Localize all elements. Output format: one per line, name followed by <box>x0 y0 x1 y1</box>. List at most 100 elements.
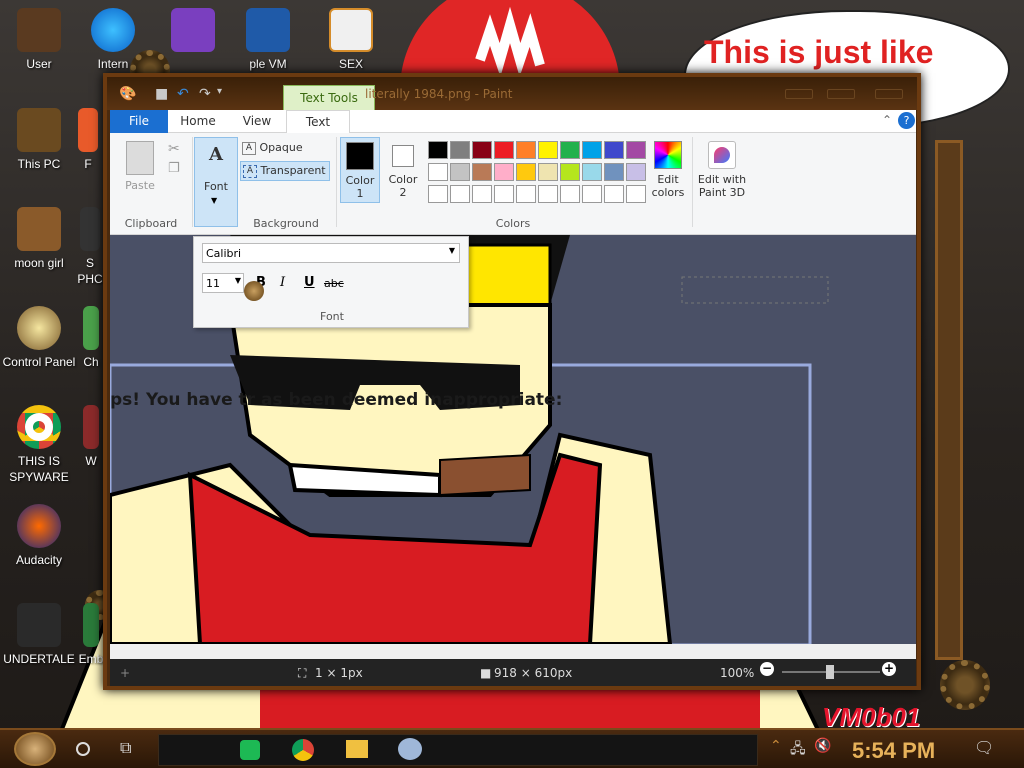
zoom-slider[interactable] <box>782 665 880 679</box>
edit-with-paint3d-button[interactable]: Edit with Paint 3D <box>696 137 748 203</box>
color2-button[interactable]: Color 2 <box>384 137 424 203</box>
title-bar[interactable]: 🎨 ■ ↶ ↷ ▾ Text Tools literally 1984.png … <box>107 77 917 111</box>
horizontal-scrollbar[interactable] <box>110 644 916 659</box>
save-icon[interactable]: ■ <box>155 86 168 102</box>
undo-icon[interactable]: ↶ <box>177 86 189 102</box>
color-swatch[interactable] <box>604 141 624 159</box>
search-icon[interactable] <box>76 742 90 756</box>
group-separator <box>192 137 193 227</box>
zoom-in-button[interactable]: + <box>882 662 896 676</box>
cut-icon[interactable]: ✂ <box>168 141 180 157</box>
custom-color-swatch[interactable] <box>626 185 646 203</box>
color-swatch[interactable] <box>582 163 602 181</box>
tab-file[interactable]: File <box>110 110 168 133</box>
desktop-icon-partial[interactable]: W <box>76 405 106 469</box>
desktop-icon-user[interactable]: User <box>0 8 78 72</box>
color-swatch[interactable] <box>582 141 602 159</box>
zoom-out-button[interactable]: − <box>760 662 774 676</box>
color-swatch[interactable] <box>516 141 536 159</box>
paint-window[interactable]: 🎨 ■ ↶ ↷ ▾ Text Tools literally 1984.png … <box>103 73 921 690</box>
start-button[interactable] <box>14 732 56 766</box>
color-swatch[interactable] <box>560 163 580 181</box>
custom-color-swatch[interactable] <box>494 185 514 203</box>
desktop-icon-audacity[interactable]: Audacity <box>0 504 78 568</box>
desktop-icon-control-panel[interactable]: Control Panel <box>0 306 78 370</box>
tab-view[interactable]: View <box>228 110 286 133</box>
edit-colors-button[interactable]: Edit colors <box>650 137 686 203</box>
maximize-button[interactable] <box>827 89 855 99</box>
paste-button[interactable]: Paste <box>118 179 162 192</box>
color-swatch[interactable] <box>494 141 514 159</box>
desktop-icon-chrome[interactable]: THIS IS SPYWARE <box>0 405 78 485</box>
underline-button[interactable]: U <box>304 275 315 290</box>
close-button[interactable] <box>875 89 903 99</box>
color-swatch[interactable] <box>472 141 492 159</box>
font-family-dropdown[interactable]: Calibri ▼ <box>202 243 460 263</box>
desktop-icon-this-pc[interactable]: This PC <box>0 108 78 172</box>
desktop-icon-moon-girl[interactable]: moon girl <box>0 207 78 271</box>
color-swatch[interactable] <box>538 163 558 181</box>
chevron-up-icon[interactable]: ⌃ <box>770 738 782 754</box>
redo-icon[interactable]: ↷ <box>199 86 211 102</box>
paint-taskbar-icon[interactable] <box>398 738 422 760</box>
file-explorer-icon[interactable] <box>346 740 368 758</box>
copy-icon[interactable]: ❐ <box>168 161 180 176</box>
tab-text[interactable]: Text <box>286 110 350 134</box>
minimize-button[interactable] <box>785 89 813 99</box>
color-swatch[interactable] <box>428 163 448 181</box>
context-tab-text-tools[interactable]: Text Tools <box>283 85 375 111</box>
custom-color-swatch[interactable] <box>604 185 624 203</box>
taskbar-clock[interactable]: 5:54 PM <box>852 738 935 764</box>
custom-color-swatch[interactable] <box>428 185 448 203</box>
desktop-icon-virtualbox[interactable]: ple VM <box>228 8 308 72</box>
task-view-icon[interactable]: ⧉ <box>120 738 131 758</box>
color-swatch[interactable] <box>626 141 646 159</box>
notifications-icon[interactable]: 🗨 <box>974 738 994 757</box>
color-swatch[interactable] <box>450 141 470 159</box>
virtualbox-icon <box>246 8 290 52</box>
custom-color-swatch[interactable] <box>538 185 558 203</box>
add-icon: + <box>120 666 131 680</box>
font-size-dropdown[interactable]: 11 ▼ <box>202 273 244 293</box>
color-swatch[interactable] <box>516 163 536 181</box>
font-button[interactable]: A Font ▼ <box>194 137 238 227</box>
color-swatch[interactable] <box>428 141 448 159</box>
italic-button[interactable]: I <box>280 275 285 290</box>
opaque-button[interactable]: A Opaque <box>242 141 328 159</box>
paint-app-icon[interactable]: 🎨 <box>119 86 136 102</box>
color-swatch[interactable] <box>494 163 514 181</box>
desktop-icon-partial[interactable]: Emb <box>76 603 106 667</box>
color-swatch[interactable] <box>604 163 624 181</box>
collapse-ribbon-icon[interactable]: ⌃ <box>882 113 892 127</box>
custom-color-swatch[interactable] <box>450 185 470 203</box>
help-icon[interactable]: ? <box>898 112 915 129</box>
tab-home[interactable]: Home <box>168 110 228 133</box>
transparent-button[interactable]: A Transparent <box>240 161 330 181</box>
color-swatch[interactable] <box>538 141 558 159</box>
strikethrough-button[interactable]: abc <box>324 277 344 290</box>
desktop-icon-partial[interactable]: Ch <box>76 306 106 370</box>
zoom-slider-thumb[interactable] <box>826 665 834 679</box>
opaque-icon: A <box>242 141 256 155</box>
desktop-icon-partial[interactable]: F <box>68 108 108 172</box>
volume-muted-icon[interactable]: 🔇 <box>814 738 831 754</box>
color1-button[interactable]: Color 1 <box>340 137 380 203</box>
desktop-icon-undertale[interactable]: UNDERTALE <box>0 603 78 667</box>
custom-color-swatch[interactable] <box>472 185 492 203</box>
transparent-icon: A <box>243 164 257 178</box>
desktop-icon-visual-studio[interactable] <box>158 8 228 56</box>
color-swatch[interactable] <box>472 163 492 181</box>
color-swatch[interactable] <box>450 163 470 181</box>
custom-color-swatch[interactable] <box>560 185 580 203</box>
customize-toolbar-icon[interactable]: ▾ <box>217 86 222 97</box>
network-icon[interactable]: 🖧 <box>790 738 806 762</box>
custom-color-swatch[interactable] <box>516 185 536 203</box>
chrome-taskbar-icon[interactable] <box>292 739 314 761</box>
color-swatch[interactable] <box>560 141 580 159</box>
app-icon <box>78 108 98 152</box>
color-swatch[interactable] <box>626 163 646 181</box>
desktop-icon-hxd[interactable]: SEX <box>312 8 390 72</box>
custom-color-swatch[interactable] <box>582 185 602 203</box>
spotify-icon[interactable] <box>240 740 260 760</box>
group-separator <box>336 137 337 227</box>
